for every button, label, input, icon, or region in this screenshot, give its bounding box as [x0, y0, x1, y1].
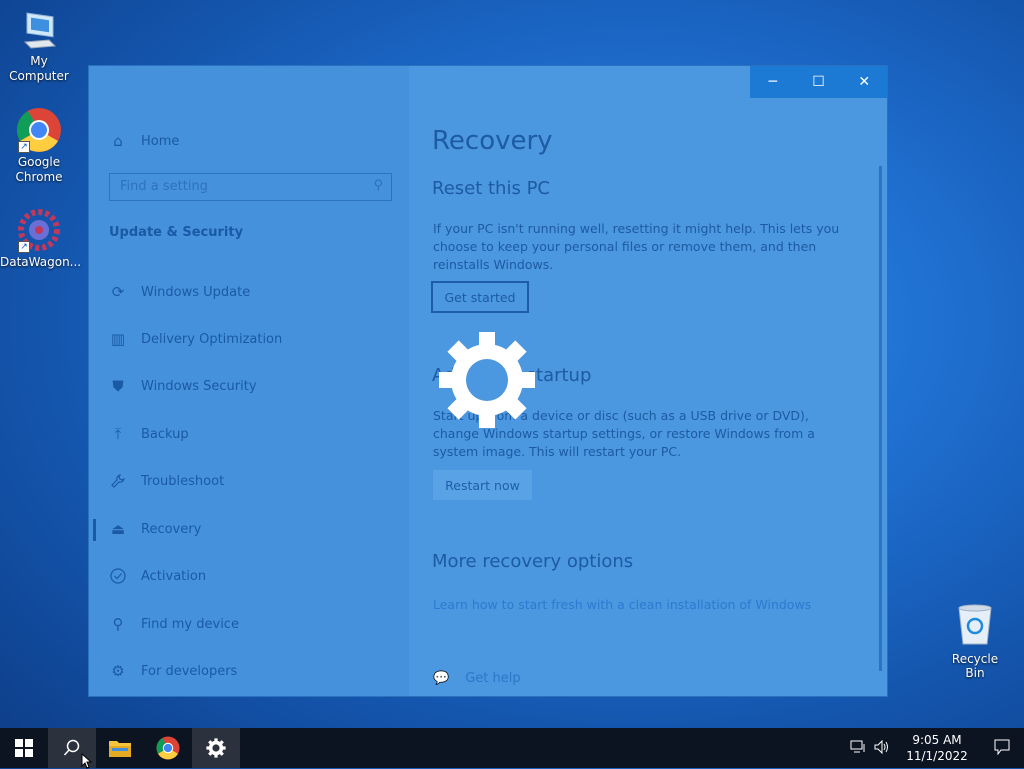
search-icon [63, 739, 80, 756]
reset-description: If your PC isn't running well, resetting… [433, 221, 840, 272]
clean-install-link[interactable]: Learn how to start fresh with a clean in… [433, 597, 811, 612]
section-title: Update & Security [109, 225, 244, 240]
start-icon [15, 739, 33, 757]
sidebar-item-label: For developers [141, 663, 238, 679]
notifications-icon[interactable] [980, 739, 1024, 758]
person-location-icon: ⚲ [112, 615, 124, 633]
title-bar-controls: ─ ☐ ✕ [750, 66, 887, 98]
recycle-bin-label: Recycle Bin [951, 652, 999, 680]
get-started-button[interactable]: Get started [431, 281, 529, 313]
clock-date: 11/1/2022 [906, 749, 968, 763]
desktop-icon-datawagon[interactable]: ↗ DataWagon... [0, 207, 82, 270]
file-explorer-button[interactable] [96, 728, 144, 768]
close-button[interactable]: ✕ [841, 66, 887, 98]
sidebar-item-label: Delivery Optimization [141, 331, 283, 347]
delivery-optimization-icon: ▥ [110, 330, 126, 348]
selection-indicator [93, 519, 96, 541]
shortcut-arrow-icon: ↗ [18, 141, 30, 153]
desktop-icon-my-computer[interactable]: My Computer [0, 10, 78, 84]
chrome-taskbar-button[interactable] [144, 728, 192, 768]
desktop-icon-chrome[interactable]: ↗ Google Chrome [0, 107, 78, 185]
sidebar-item-recovery[interactable]: ⏏ Recovery [109, 520, 201, 538]
volume-icon[interactable] [870, 739, 894, 757]
desktop-icon-label: DataWagon... [0, 255, 82, 269]
sidebar-item-label: Backup [141, 426, 189, 442]
sidebar-item-windows-security[interactable]: ⛊ Windows Security [109, 377, 257, 395]
sidebar-item-find-my-device[interactable]: ⚲ Find my device [109, 615, 239, 633]
network-icon[interactable] [846, 740, 870, 757]
sidebar-item-activation[interactable]: Activation [109, 567, 206, 585]
recycle-bin-icon [955, 602, 995, 646]
refresh-icon: ⟳ [111, 283, 125, 301]
datawagon-icon: ↗ [16, 207, 62, 253]
developer-icon: ⚙ [111, 662, 125, 680]
restart-now-button[interactable]: Restart now [433, 470, 532, 500]
sidebar-item-troubleshoot[interactable]: Troubleshoot [109, 472, 224, 490]
sidebar-item-label: Activation [141, 568, 207, 584]
settings-taskbar-button[interactable] [192, 728, 240, 768]
shield-icon: ⛊ [112, 377, 124, 395]
system-tray: 9:05 AM 11/1/2022 [846, 728, 1024, 768]
sidebar-item-label: Find my device [141, 616, 239, 632]
chat-icon: 💬 [433, 671, 450, 686]
sidebar-item-windows-update[interactable]: ⟳ Windows Update [109, 283, 251, 301]
settings-icon [206, 738, 226, 758]
sidebar-item-label: Windows Security [141, 378, 257, 394]
check-circle-icon [109, 567, 127, 585]
start-button[interactable] [0, 728, 48, 768]
file-explorer-icon [109, 741, 131, 757]
settings-sidebar: ⌂ Home Find a setting ⚲ Update & Securit… [89, 66, 409, 696]
backup-icon: ⤒ [114, 425, 122, 443]
more-recovery-heading: More recovery options [432, 551, 634, 572]
mouse-cursor-icon [81, 753, 93, 769]
clock-time: 9:05 AM [912, 733, 962, 747]
maximize-button[interactable]: ☐ [796, 66, 842, 98]
desktop-icon-label: My Computer [9, 54, 69, 83]
scrollbar[interactable] [879, 166, 882, 671]
recovery-icon: ⏏ [110, 520, 126, 538]
sidebar-home-label: Home [141, 133, 180, 149]
wrench-icon [109, 472, 127, 490]
chrome-icon: ↗ [16, 107, 62, 153]
search-placeholder: Find a setting [120, 179, 208, 194]
page-title: Recovery [432, 126, 553, 156]
sidebar-item-delivery-optimization[interactable]: ▥ Delivery Optimization [109, 330, 282, 348]
settings-gear-icon [437, 330, 537, 430]
monitor-icon [19, 10, 59, 52]
get-help-label: Get help [465, 671, 521, 686]
sidebar-item-backup[interactable]: ⤒ Backup [109, 425, 189, 443]
shortcut-arrow-icon: ↗ [18, 241, 30, 253]
sidebar-item-label: Windows Update [141, 284, 251, 300]
desktop-icon-label: Google Chrome [15, 155, 63, 184]
sidebar-item-for-developers[interactable]: ⚙ For developers [109, 662, 237, 680]
taskbar-clock[interactable]: 9:05 AM 11/1/2022 [902, 732, 972, 764]
taskbar: 9:05 AM 11/1/2022 [0, 728, 1024, 768]
minimize-button[interactable]: ─ [750, 66, 796, 98]
reset-heading: Reset this PC [432, 178, 550, 199]
search-input[interactable]: Find a setting ⚲ [109, 173, 392, 201]
search-icon: ⚲ [373, 178, 383, 193]
desktop-icon-recycle-bin[interactable]: Recycle Bin [942, 602, 1008, 680]
sidebar-item-label: Troubleshoot [141, 473, 225, 489]
chrome-icon [156, 736, 180, 760]
sidebar-home[interactable]: ⌂ Home [109, 132, 179, 150]
sidebar-item-label: Recovery [141, 521, 202, 537]
home-icon: ⌂ [113, 132, 123, 150]
get-help-link[interactable]: 💬 Get help [433, 671, 521, 686]
